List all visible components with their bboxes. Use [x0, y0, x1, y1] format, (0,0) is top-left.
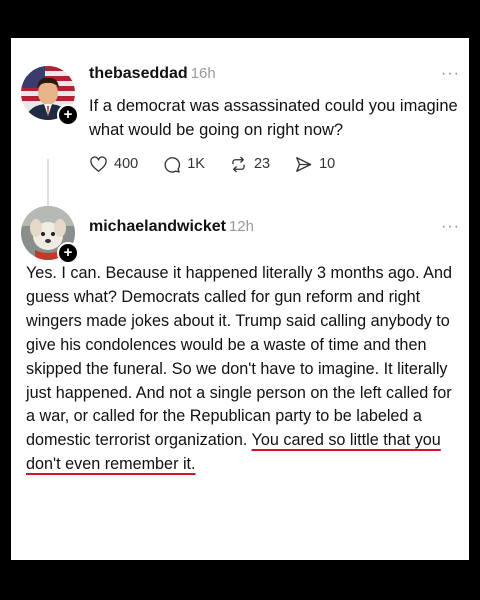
post2-more-icon[interactable]: ··· — [441, 218, 460, 236]
like-button[interactable]: 400 — [89, 155, 138, 174]
post1-text: If a democrat was assassinated could you… — [89, 97, 458, 139]
share-icon — [296, 156, 312, 172]
heart-icon — [90, 155, 107, 172]
like-count: 400 — [114, 156, 139, 172]
post1-username[interactable]: thebaseddad — [89, 65, 188, 82]
share-count: 10 — [319, 156, 336, 172]
follow-plus-icon[interactable]: + — [57, 104, 79, 126]
repost-button[interactable]: 23 — [229, 155, 270, 174]
comment-button[interactable]: 1K — [162, 155, 205, 174]
share-button[interactable]: 10 — [294, 155, 335, 174]
repost-count: 23 — [253, 156, 271, 172]
post-card: + thebaseddad 16h ··· If a democrat was a… — [11, 38, 469, 560]
post2-text: Yes. I can. Because it happened literall… — [26, 262, 458, 477]
post2-username[interactable]: michaelandwicket — [89, 218, 226, 235]
comment-icon — [164, 156, 181, 173]
comment-count: 1K — [187, 156, 205, 172]
post2-text-main: Yes. I can. Because it happened literall… — [26, 264, 452, 450]
follow-plus-icon-2[interactable]: + — [57, 242, 79, 264]
post1-more-icon[interactable]: ··· — [441, 65, 460, 83]
post2-header: michaelandwicket 12h — [89, 218, 254, 236]
repost-icon — [232, 156, 245, 172]
post2-time: 12h — [228, 218, 254, 235]
post1-actions: 400 1K 23 10 — [89, 153, 359, 175]
post1-header: thebaseddad 16h — [89, 65, 216, 83]
post1-time: 16h — [190, 65, 216, 82]
